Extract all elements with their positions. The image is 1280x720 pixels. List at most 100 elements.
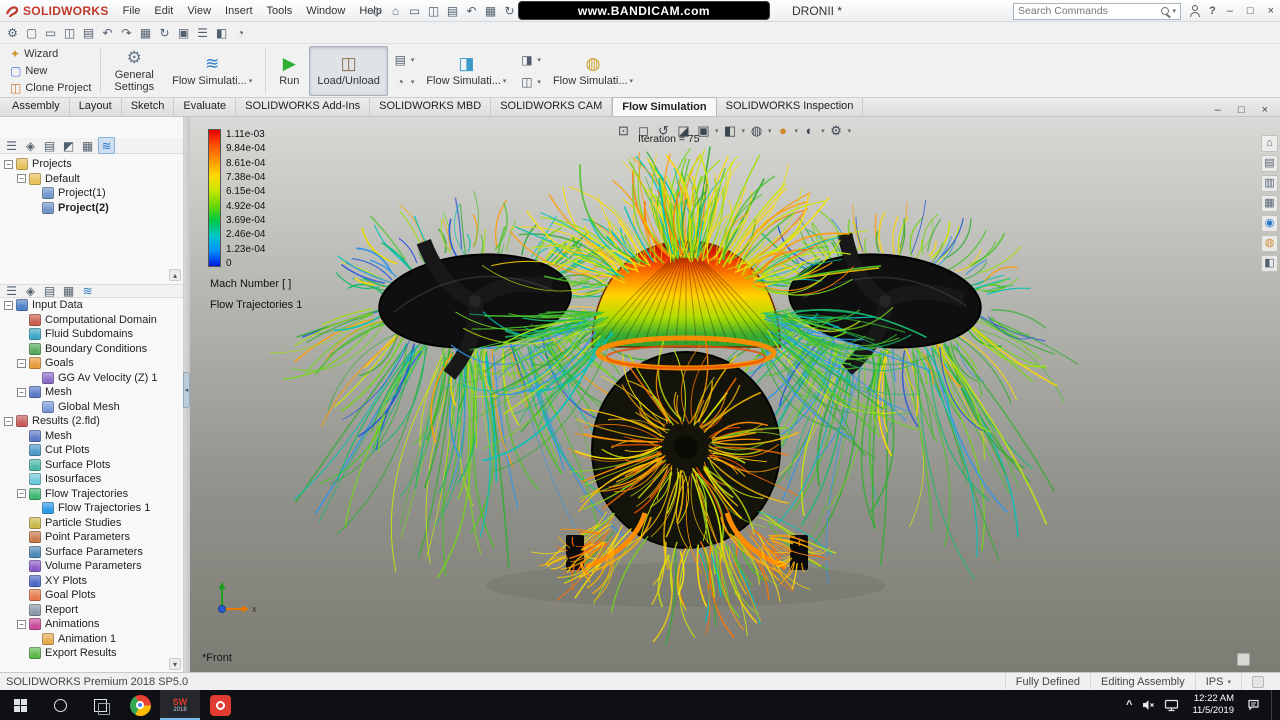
minimize-button[interactable]: –	[1224, 5, 1236, 17]
save-document-icon[interactable]: ◫	[61, 24, 78, 41]
action-center-icon[interactable]	[1247, 698, 1262, 712]
scroll-down-icon[interactable]: ▾	[169, 658, 181, 670]
sim-tree-item-particle-studies[interactable]: Particle Studies	[0, 516, 183, 531]
doc-close-button[interactable]: ×	[1259, 104, 1271, 116]
sim-tree-item-cut-plots[interactable]: Cut Plots	[0, 443, 183, 458]
menu-view[interactable]: View	[180, 3, 218, 19]
property-manager-icon[interactable]: ◈	[22, 283, 39, 300]
sim-tree-item-xy-plots[interactable]: XY Plots	[0, 574, 183, 589]
solver-monitor-button[interactable]: ◔▾	[392, 73, 415, 90]
apply-scene-icon[interactable]: ◐	[801, 122, 818, 139]
caret-down-icon[interactable]: ▾	[742, 127, 746, 135]
sim-tree-item-flow-trajectories[interactable]: −Flow Trajectories	[0, 487, 183, 502]
project-tree-item-default[interactable]: −Default	[0, 172, 183, 187]
solidworks-taskbar-button[interactable]: SW 2018	[160, 690, 200, 720]
panel-collapse-handle[interactable]: ◂	[183, 372, 190, 408]
flow-simulation-dropdown-2[interactable]: ◨ Flow Simulati...▾	[418, 46, 514, 96]
project-tree-item-projects[interactable]: −Projects	[0, 157, 183, 172]
expander-icon[interactable]: −	[17, 388, 26, 397]
design-library-icon[interactable]: ▤	[1261, 155, 1278, 172]
scroll-up-icon[interactable]: ▴	[169, 269, 181, 281]
menu-file[interactable]: File	[116, 3, 148, 19]
expander-icon[interactable]: −	[4, 301, 13, 310]
sim-tree-item-report[interactable]: Report	[0, 603, 183, 618]
undo-icon[interactable]: ↶	[99, 24, 116, 41]
tab-solidworks-inspection[interactable]: SOLIDWORKS Inspection	[717, 97, 864, 116]
general-settings-button[interactable]: ⚙ General Settings	[106, 46, 162, 96]
file-properties-icon[interactable]: ▣	[175, 24, 192, 41]
show-desktop-button[interactable]	[1271, 690, 1276, 720]
sim-tree-item-results-2-fld[interactable]: −Results (2.fld)	[0, 414, 183, 429]
search-caret-icon[interactable]: ▾	[1173, 7, 1177, 15]
property-manager-icon[interactable]: ◈	[22, 137, 39, 154]
caret-down-icon[interactable]: ▾	[715, 127, 719, 135]
menu-insert[interactable]: Insert	[218, 3, 260, 19]
flow-simulation-tree-icon[interactable]: ≋	[79, 283, 96, 300]
view-palette-icon[interactable]: ▦	[1261, 195, 1278, 212]
sim-tree-item-animations[interactable]: −Animations	[0, 617, 183, 632]
tab-solidworks-add-ins[interactable]: SOLIDWORKS Add-Ins	[236, 97, 370, 116]
view-settings-icon[interactable]: ⚙	[4, 24, 21, 41]
tab-flow-simulation[interactable]: Flow Simulation	[612, 97, 716, 116]
caret-down-icon[interactable]: ▾	[768, 127, 772, 135]
selection-filter-icon[interactable]: ▦	[137, 24, 154, 41]
rebuild-icon[interactable]: ↻	[156, 24, 173, 41]
sim-tree-item-global-mesh[interactable]: Global Mesh	[0, 400, 183, 415]
sim-tree-item-animation-1[interactable]: Animation 1	[0, 632, 183, 647]
sim-tree-item-isosurfaces[interactable]: Isosurfaces	[0, 472, 183, 487]
appearance-icon[interactable]: ◧	[213, 24, 230, 41]
project-tree-item-project-1[interactable]: Project(1)	[0, 186, 183, 201]
open-icon[interactable]: ▭	[406, 2, 423, 19]
menu-edit[interactable]: Edit	[147, 3, 180, 19]
expander-icon[interactable]: −	[17, 174, 26, 183]
caret-down-icon[interactable]: ▾	[795, 127, 799, 135]
batch-run-button[interactable]: ▤▾	[392, 51, 415, 68]
flow-simulation-dropdown-3[interactable]: ◍ Flow Simulati...▾	[545, 46, 641, 96]
file-explorer-icon[interactable]: ▥	[1261, 175, 1278, 192]
pane-divider[interactable]: ☰◈▤▦≋	[0, 284, 183, 298]
sim-tree-item-mesh[interactable]: Mesh	[0, 429, 183, 444]
zoom-fit-icon[interactable]: ⊡	[615, 122, 632, 139]
expander-icon[interactable]: −	[4, 417, 13, 426]
solidworks-resources-icon[interactable]: ⌂	[1261, 135, 1278, 152]
tab-solidworks-mbd[interactable]: SOLIDWORKS MBD	[370, 97, 491, 116]
scenes-icon[interactable]: ◍	[1261, 235, 1278, 252]
undo-icon[interactable]: ↶	[463, 2, 480, 19]
units-dropdown[interactable]: IPS▾	[1195, 673, 1241, 690]
chrome-taskbar-button[interactable]	[120, 690, 160, 720]
view-settings-icon[interactable]: ⚙	[828, 122, 845, 139]
rebuild-icon[interactable]: ↻	[501, 2, 518, 19]
help-button[interactable]: ?	[1209, 5, 1216, 17]
close-button[interactable]: ×	[1265, 5, 1277, 17]
tab-assembly[interactable]: Assembly	[3, 97, 70, 116]
pin-icon[interactable]: ◇	[368, 2, 385, 19]
tray-expand-icon[interactable]: ^	[1126, 699, 1132, 711]
sim-tree-item-surface-plots[interactable]: Surface Plots	[0, 458, 183, 473]
new-project-button[interactable]: ▢ New	[6, 63, 95, 79]
search-icon[interactable]	[1161, 7, 1169, 15]
feature-tree-icon[interactable]: ☰	[3, 137, 20, 154]
doc-minimize-button[interactable]: –	[1212, 104, 1224, 116]
expander-icon[interactable]: −	[17, 620, 26, 629]
wizard-button[interactable]: ✦ Wizard	[6, 46, 95, 62]
sim-tree-item-point-parameters[interactable]: Point Parameters	[0, 530, 183, 545]
viewport-canvas[interactable]: x	[190, 117, 1280, 672]
hide-show-items-icon[interactable]: ◍	[748, 122, 765, 139]
sim-tree-item-flow-trajectories-1[interactable]: Flow Trajectories 1	[0, 501, 183, 516]
save-icon[interactable]: ◫	[425, 2, 442, 19]
sim-tree-item-export-results[interactable]: Export Results	[0, 646, 183, 661]
bandicam-taskbar-button[interactable]	[200, 690, 240, 720]
color-scale-bar[interactable]	[208, 129, 221, 267]
display-style-icon[interactable]: ◧	[722, 122, 739, 139]
custom-properties-icon[interactable]: ◧	[1261, 255, 1278, 272]
sim-tree-item-goal-plots[interactable]: Goal Plots	[0, 588, 183, 603]
tab-layout[interactable]: Layout	[70, 97, 122, 116]
maximize-button[interactable]: □	[1244, 5, 1257, 17]
search-commands-input[interactable]	[1018, 5, 1156, 17]
sim-tree-item-surface-parameters[interactable]: Surface Parameters	[0, 545, 183, 560]
sim-tree-item-mesh[interactable]: −Mesh	[0, 385, 183, 400]
sim-tree-item-volume-parameters[interactable]: Volume Parameters	[0, 559, 183, 574]
print-icon[interactable]: ▤	[80, 24, 97, 41]
feature-tree-icon[interactable]: ☰	[3, 283, 20, 300]
menu-tools[interactable]: Tools	[260, 3, 300, 19]
